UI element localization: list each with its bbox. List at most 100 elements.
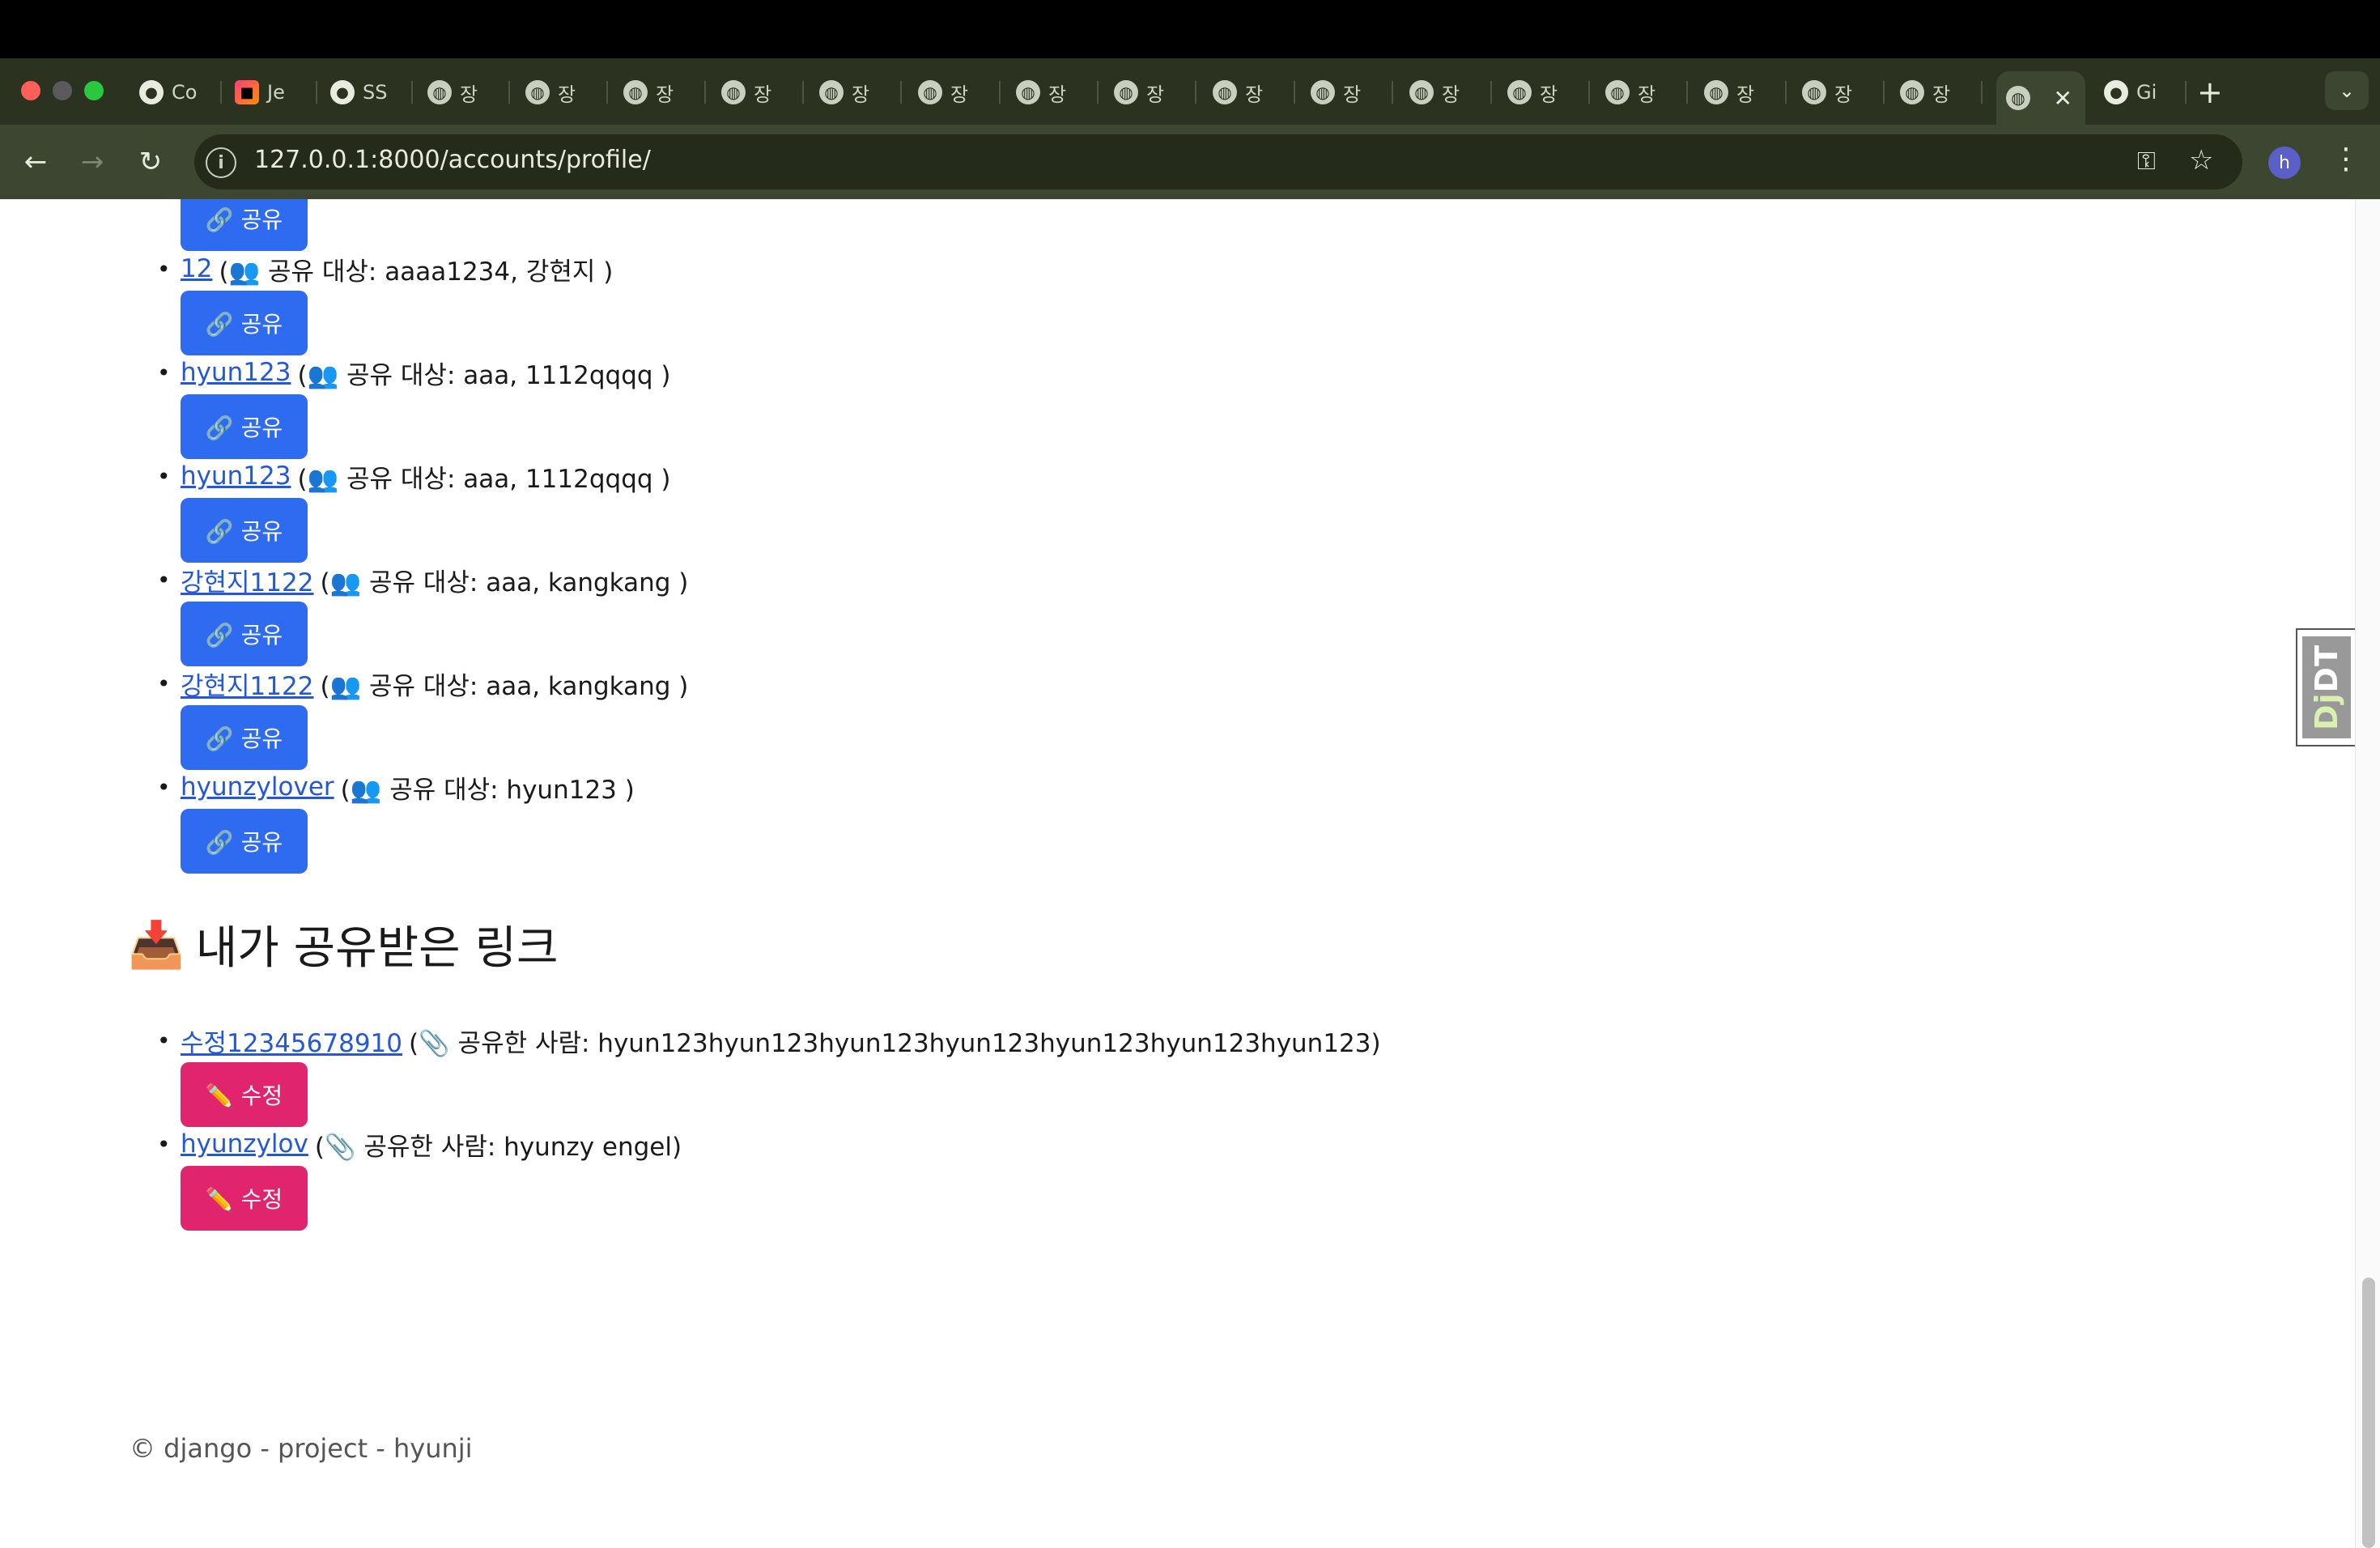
browser-tab[interactable]: ◍ 장 [1301, 71, 1393, 113]
share-button[interactable]: 🔗 공유 [181, 809, 308, 874]
link-name[interactable]: 강현지1122 [181, 562, 313, 598]
inbox-tray-icon: 📥 [128, 918, 185, 972]
globe-icon: ◍ [427, 80, 452, 104]
section-title-text: 내가 공유받은 링크 [195, 922, 559, 975]
tab-separator [1490, 81, 1492, 104]
globe-icon: ◍ [819, 80, 844, 104]
zoom-window-button[interactable] [84, 81, 104, 100]
share-button[interactable]: 🔗 공유 [181, 498, 308, 563]
link-name[interactable]: hyunzylov [181, 1129, 308, 1159]
profile-avatar[interactable]: h [2268, 147, 2301, 179]
share-button[interactable]: 🔗 공유 [181, 394, 308, 459]
browser-tab[interactable]: ◍ 장 [712, 71, 804, 113]
bullet: • [157, 255, 171, 283]
share-button[interactable]: 🔗 공유 [181, 199, 308, 251]
link-name[interactable]: hyun123 [181, 461, 291, 491]
browser-tab[interactable]: ◍ 장 [1006, 71, 1099, 113]
tab-separator [704, 81, 706, 104]
link-detail: (👥 공유 대상: aaa, 1112qqqq ) [297, 464, 671, 494]
django-debug-toolbar-handle[interactable]: DjDT [2296, 628, 2357, 746]
tab-title: 장 [1638, 83, 1656, 106]
browser-tab[interactable]: ◍ 장 [1203, 71, 1295, 113]
reload-button[interactable]: ↻ [131, 142, 170, 181]
list-item: • 수정12345678910 (📎 공유한 사람: hyun123hyun123h… [157, 1022, 1381, 1059]
close-tab-icon[interactable]: ✕ [2054, 85, 2072, 112]
back-button[interactable]: ← [16, 142, 55, 181]
github-icon: ● [2104, 80, 2128, 104]
browser-tab[interactable]: ◍ 장 [1400, 71, 1492, 113]
link-detail: (👥 공유 대상: aaa, kangkang ) [320, 568, 689, 598]
tab-title: Gi [2136, 81, 2157, 104]
share-button[interactable]: 🔗 공유 [181, 291, 308, 355]
globe-icon: ◍ [1114, 80, 1138, 104]
minimize-window-button[interactable] [53, 81, 72, 100]
browser-tab[interactable]: ◍ 장 [1596, 71, 1688, 113]
globe-icon: ◍ [1900, 80, 1924, 104]
browser-tab[interactable]: ◍ 장 [516, 71, 608, 113]
link-detail: (👥 공유 대상: aaa, kangkang ) [320, 671, 689, 701]
browser-tab[interactable]: ◍ 장 [1104, 71, 1196, 113]
globe-icon: ◍ [1213, 80, 1237, 104]
tab-title: 장 [1048, 83, 1067, 106]
browser-tab[interactable]: ● Co [130, 71, 222, 113]
browser-tab[interactable]: ◍ 장 [908, 71, 1001, 113]
browser-tab[interactable]: ● Gi [2094, 71, 2187, 113]
browser-tab[interactable]: ◍ 장 [1890, 71, 1983, 113]
bullet: • [157, 359, 171, 386]
browser-tab[interactable]: ◍ 장 [1498, 71, 1590, 113]
browser-tab[interactable]: ◍ 장 [1792, 71, 1885, 113]
list-item: • hyun123 (👥 공유 대상: aaa, 1112qqqq ) [157, 354, 671, 391]
link-name[interactable]: hyunzylover [181, 772, 334, 802]
browser-tab[interactable]: ◍ ✕ [1996, 71, 2085, 125]
link-detail: (📎 공유한 사람: hyun123hyun123hyun123hyun123h… [409, 1028, 1381, 1058]
link-name[interactable]: 수정12345678910 [181, 1023, 402, 1059]
tab-title: 장 [558, 83, 576, 106]
site-info-icon[interactable]: i [206, 147, 236, 178]
link-name[interactable]: 12 [181, 254, 212, 283]
tab-title: SS [363, 81, 388, 104]
globe-icon: ◍ [1507, 80, 1532, 104]
page-scrollbar[interactable] [2355, 199, 2380, 1548]
close-window-button[interactable] [21, 81, 40, 100]
tab-separator [1588, 81, 1590, 104]
link-name[interactable]: 강현지1122 [181, 666, 313, 702]
link-name[interactable]: hyun123 [181, 358, 291, 387]
bookmark-star-icon[interactable]: ☆ [2189, 144, 2213, 176]
scrollbar-thumb[interactable] [2362, 1278, 2375, 1548]
share-button[interactable]: 🔗 공유 [181, 602, 308, 666]
key-icon[interactable]: ⚿ [2137, 147, 2156, 176]
url-text[interactable]: 127.0.0.1:8000/accounts/profile/ [254, 146, 651, 174]
bullet: • [157, 670, 171, 697]
link-detail: (👥 공유 대상: aaa, 1112qqqq ) [297, 360, 671, 390]
tab-separator [508, 81, 510, 104]
globe-icon: ◍ [1605, 80, 1630, 104]
tab-title: 장 [1932, 83, 1951, 106]
browser-tab[interactable]: ◍ 장 [1694, 71, 1787, 113]
tab-separator [1785, 81, 1787, 104]
browser-menu-icon[interactable]: ⋮ [2331, 142, 2361, 176]
tab-title: 장 [1540, 83, 1558, 106]
received-links-heading: 📥 내가 공유받은 링크 [128, 912, 559, 977]
bullet: • [157, 462, 171, 490]
forward-button[interactable]: → [73, 142, 112, 181]
share-button[interactable]: 🔗 공유 [181, 705, 308, 770]
tab-search-button[interactable]: ⌄ [2325, 71, 2369, 110]
browser-tab[interactable]: ● SS [321, 71, 413, 113]
tab-title: 장 [1834, 83, 1853, 106]
edit-button[interactable]: ✏️ 수정 [181, 1062, 308, 1127]
new-tab-button[interactable]: + [2197, 74, 2223, 110]
tab-title: 장 [754, 83, 772, 106]
browser-tab[interactable]: ◍ 장 [810, 71, 902, 113]
globe-icon: ◍ [1409, 80, 1434, 104]
tab-separator [1392, 81, 1393, 104]
browser-tab[interactable]: ◍ 장 [614, 71, 706, 113]
tab-separator [1195, 81, 1196, 104]
tab-title: 장 [852, 83, 870, 106]
tab-separator [2185, 81, 2187, 104]
tab-separator [900, 81, 902, 104]
github-icon: ● [330, 80, 355, 104]
browser-tab[interactable]: ◍ 장 [418, 71, 510, 113]
browser-tab[interactable]: ■ Je [225, 71, 317, 113]
link-detail: (👥 공유 대상: aaaa1234, 강현지 ) [219, 257, 614, 287]
edit-button[interactable]: ✏️ 수정 [181, 1166, 308, 1231]
